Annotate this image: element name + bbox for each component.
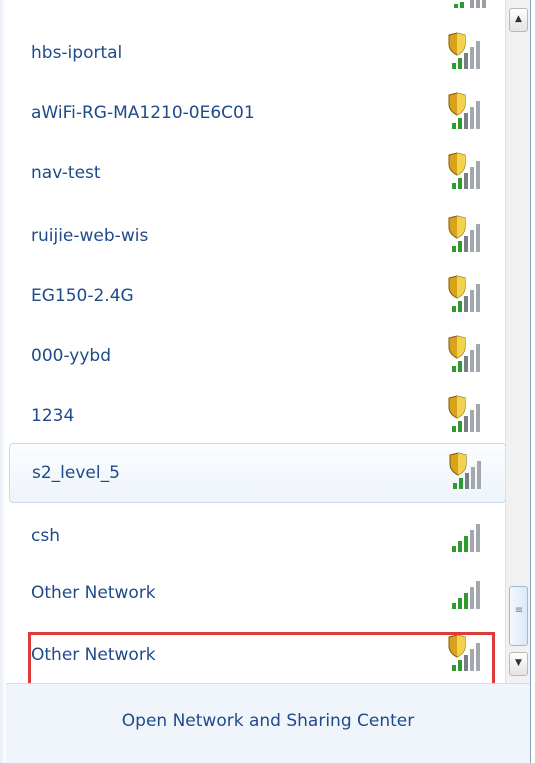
scroll-down-button[interactable]: ▼ — [509, 652, 528, 676]
secured-wifi-signal-icon — [440, 274, 490, 318]
open-wifi-signal-icon — [440, 571, 490, 615]
secured-wifi-signal-icon — [440, 214, 490, 258]
network-row[interactable]: hbs-iportal — [6, 23, 505, 83]
network-name: ruijie-web-wis — [31, 226, 149, 246]
network-name: aWiFi-RG-MA1210-0E6C01 — [31, 103, 255, 123]
network-name: EG150-2.4G — [31, 286, 134, 306]
open-wifi-signal-icon — [440, 514, 490, 558]
grip-icon: ≡ — [514, 605, 523, 616]
partial-signal-icon — [440, 0, 490, 12]
network-row[interactable]: csh — [6, 506, 505, 566]
secured-wifi-signal-icon — [441, 451, 491, 495]
network-name: Other Network — [31, 583, 156, 603]
network-name: hbs-iportal — [31, 43, 123, 63]
secured-wifi-signal-icon — [440, 91, 490, 135]
network-row[interactable]: ruijie-web-wis — [6, 206, 505, 266]
network-row[interactable]: 1234 — [6, 386, 505, 446]
secured-wifi-signal-icon — [440, 633, 490, 677]
open-network-sharing-center-link[interactable]: Open Network and Sharing Center — [6, 711, 530, 731]
scroll-up-button[interactable]: ▲ — [509, 8, 528, 32]
network-name: 1234 — [31, 406, 75, 426]
flyout-right-border — [530, 0, 535, 763]
secured-wifi-signal-icon — [440, 151, 490, 195]
network-name: s2_level_5 — [32, 463, 120, 483]
flyout-footer: Open Network and Sharing Center — [6, 683, 530, 763]
network-row[interactable]: Other Network — [6, 563, 505, 623]
arrow-up-icon: ▲ — [515, 14, 522, 24]
network-row[interactable]: Other Network — [6, 625, 505, 683]
network-list: hbs-iportal aWiFi-RG-MA1210-0E6C01 nav-t… — [6, 0, 505, 683]
network-name: nav-test — [31, 163, 101, 183]
network-name: Other Network — [31, 645, 156, 665]
vertical-scrollbar[interactable]: ▲ ≡ ▼ — [505, 0, 531, 683]
network-row[interactable]: 000-yybd — [6, 326, 505, 386]
arrow-down-icon: ▼ — [515, 658, 522, 668]
network-name: 000-yybd — [31, 346, 111, 366]
network-name: csh — [31, 526, 60, 546]
secured-wifi-signal-icon — [440, 394, 490, 438]
network-row[interactable]: EG150-2.4G — [6, 266, 505, 326]
secured-wifi-signal-icon — [440, 334, 490, 378]
scrollbar-thumb[interactable]: ≡ — [509, 586, 528, 646]
network-row[interactable]: nav-test — [6, 143, 505, 203]
network-row-selected[interactable]: s2_level_5 — [9, 443, 505, 503]
network-row[interactable]: aWiFi-RG-MA1210-0E6C01 — [6, 83, 505, 143]
secured-wifi-signal-icon — [440, 31, 490, 75]
